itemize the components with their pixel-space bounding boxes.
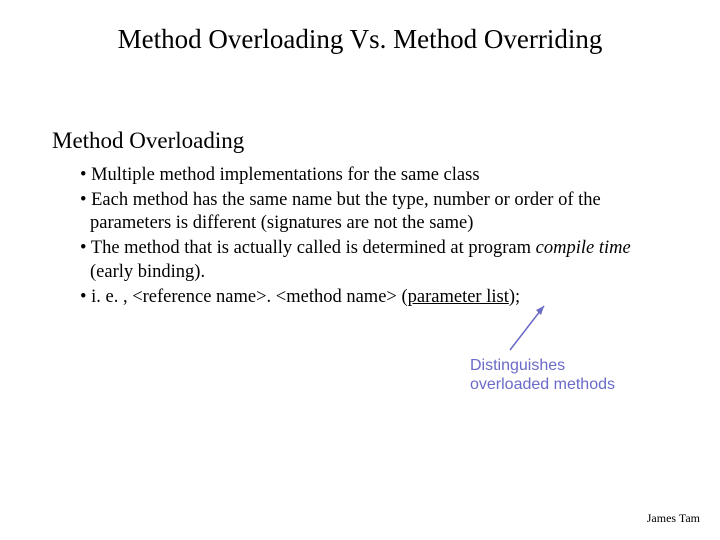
slide: Method Overloading Vs. Method Overriding… — [0, 0, 720, 540]
underlined-text: parameter list — [408, 287, 509, 307]
bullet-text: • The method that is actually called is … — [80, 238, 536, 258]
bullet-text: ); — [509, 287, 520, 307]
bullet-text: • i. e. , <reference name>. <method name… — [80, 287, 408, 307]
annotation-line: Distinguishes — [470, 356, 615, 375]
bullet-item: • i. e. , <reference name>. <method name… — [80, 286, 670, 309]
annotation-line: overloaded methods — [470, 375, 615, 394]
bullet-item: • Multiple method implementations for th… — [80, 164, 670, 187]
emphasis-text: compile time — [536, 238, 631, 258]
annotation-label: Distinguishes overloaded methods — [470, 356, 615, 394]
slide-title: Method Overloading Vs. Method Overriding — [0, 24, 720, 55]
section-heading: Method Overloading — [52, 128, 244, 154]
bullet-list: • Multiple method implementations for th… — [80, 164, 670, 311]
bullet-item: • Each method has the same name but the … — [80, 189, 670, 235]
footer-author: James Tam — [647, 511, 700, 526]
bullet-item: • The method that is actually called is … — [80, 237, 670, 283]
bullet-text: (early binding). — [90, 262, 205, 282]
